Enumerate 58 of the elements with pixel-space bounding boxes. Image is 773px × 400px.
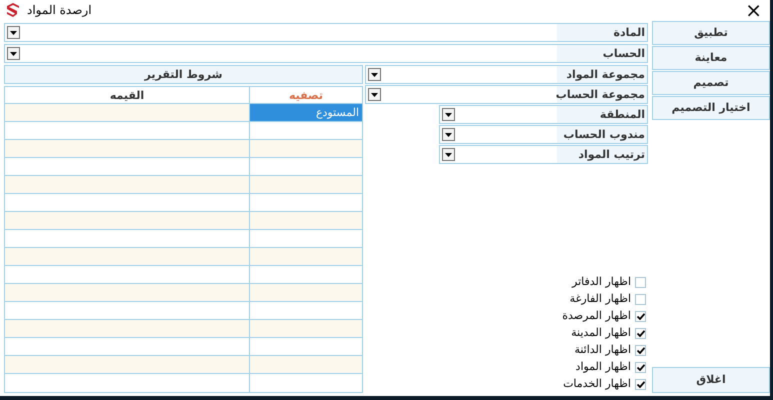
dropdown-button[interactable] <box>442 148 455 161</box>
close-button[interactable]: اغلاق <box>652 367 770 393</box>
combo-field[interactable]: ترتيب المواد <box>439 145 648 164</box>
checkbox[interactable] <box>635 277 646 288</box>
window-title: ارصدة المواد <box>27 2 92 19</box>
caret-icon <box>445 152 452 156</box>
dropdown-button[interactable] <box>442 108 455 121</box>
check-icon <box>636 381 644 388</box>
caret-icon <box>10 52 17 56</box>
option-label: اظهار المرصدة <box>562 308 631 324</box>
close-button[interactable]: × <box>742 0 765 20</box>
action-button[interactable]: تطبيق <box>652 21 770 45</box>
action-button[interactable]: تصميم <box>652 71 770 95</box>
grid-title: شروط التقرير <box>4 65 363 84</box>
field-label: مندوب الحساب <box>557 126 647 143</box>
check-icon <box>636 364 644 371</box>
combo-field[interactable]: مجموعة الحساب <box>365 85 648 104</box>
combo-field[interactable]: الحساب <box>4 44 648 63</box>
option-label: اظهار الدفاتر <box>572 274 631 290</box>
field-label: مجموعة المواد <box>557 66 647 83</box>
field-label: مجموعة الحساب <box>557 86 647 103</box>
field-label: ترتيب المواد <box>557 146 647 163</box>
option-label: اظهار المواد <box>576 359 631 376</box>
field-label: المنطقة <box>557 106 647 123</box>
caret-icon <box>10 30 17 34</box>
action-button[interactable]: معاينة <box>652 46 770 70</box>
option-label: اظهار الدائنة <box>574 342 631 358</box>
caret-icon <box>445 132 452 136</box>
column-header: القيمه <box>5 87 250 103</box>
checkbox[interactable] <box>635 328 646 339</box>
check-icon <box>636 347 644 354</box>
option-label: اظهار الفارغة <box>570 291 631 308</box>
checkbox[interactable] <box>635 311 646 322</box>
check-icon <box>636 313 644 320</box>
dropdown-button[interactable] <box>368 68 381 81</box>
checkbox[interactable] <box>635 362 646 373</box>
combo-field[interactable]: مجموعة المواد <box>365 65 648 84</box>
check-icon <box>636 330 644 337</box>
caret-icon <box>371 92 378 96</box>
logo-icon <box>5 2 21 18</box>
dropdown-button[interactable] <box>7 26 20 39</box>
caret-icon <box>371 72 378 76</box>
combo-field[interactable]: المادة <box>4 23 648 42</box>
action-button[interactable]: اختيار التصميم <box>652 96 770 120</box>
field-label: الحساب <box>557 45 647 62</box>
field-label: المادة <box>557 24 647 41</box>
checkbox[interactable] <box>635 379 646 390</box>
combo-field[interactable]: المنطقة <box>439 105 648 124</box>
checkbox[interactable] <box>635 345 646 356</box>
checkbox[interactable] <box>635 294 646 305</box>
caret-icon <box>445 112 452 116</box>
option-label: اظهار الخدمات <box>563 376 631 392</box>
dropdown-button[interactable] <box>7 47 20 60</box>
column-header: تصفيه <box>288 88 324 103</box>
option-label: اظهار المدينة <box>571 325 631 342</box>
dropdown-button[interactable] <box>368 88 381 101</box>
dropdown-button[interactable] <box>442 128 455 141</box>
combo-field[interactable]: مندوب الحساب <box>439 125 648 144</box>
